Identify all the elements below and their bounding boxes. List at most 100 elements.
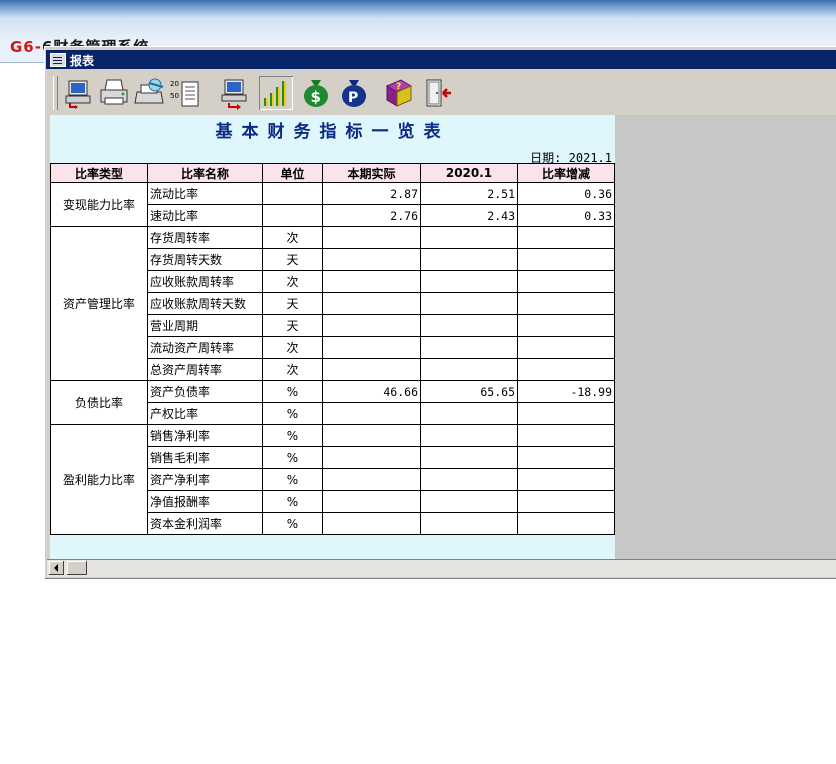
ratio-name-cell: 存货周转天数: [147, 248, 263, 271]
ratio-name-cell: 产权比率: [147, 402, 263, 425]
ratio-name-cell: 营业周期: [147, 314, 263, 337]
change-value-cell: -18.99: [517, 380, 615, 403]
prior-value-cell: [420, 402, 518, 425]
change-value-cell: [517, 270, 615, 293]
table-row: 盈利能力比率 销售净利率%: [50, 424, 615, 535]
unit-cell: [262, 182, 323, 205]
prior-value-cell: [420, 314, 518, 337]
page-setup-icon[interactable]: 20 50: [169, 76, 203, 110]
indicator-table: 比率类型 比率名称 单位 本期实际 2020.1 比率增减 变现能力比率 流动比率…: [50, 163, 615, 535]
change-value-cell: 0.33: [517, 204, 615, 227]
ratio-name-cell: 总资产周转率: [147, 358, 263, 381]
column-header: 比率增减: [517, 163, 615, 183]
actual-value-cell: [322, 314, 421, 337]
change-value-cell: [517, 446, 615, 469]
unit-cell: %: [262, 446, 323, 469]
ratio-name-cell: 销售毛利率: [147, 446, 263, 469]
table-row: 资产管理比率 存货周转率次: [50, 226, 615, 381]
actual-value-cell: [322, 490, 421, 513]
scroll-left-button[interactable]: [49, 561, 64, 575]
window-title: 报表: [70, 54, 95, 68]
ratio-name-cell: 资产净利率: [147, 468, 263, 491]
ratio-name-cell: 应收账款周转率: [147, 270, 263, 293]
actual-value-cell: [322, 270, 421, 293]
column-header: 比率名称: [147, 163, 263, 183]
actual-value-cell: [322, 358, 421, 381]
ratio-name-cell: 净值报酬率: [147, 490, 263, 513]
report-title: 基本财务指标一览表: [215, 122, 450, 142]
unit-cell: 次: [262, 270, 323, 293]
unit-cell: %: [262, 468, 323, 491]
actual-value-cell: 46.66: [322, 380, 421, 403]
actual-value-cell: [322, 446, 421, 469]
unit-cell: 天: [262, 292, 323, 315]
column-header: 本期实际: [322, 163, 421, 183]
print-setup-icon[interactable]: [133, 76, 167, 110]
scroll-thumb[interactable]: [67, 561, 87, 575]
toolbar: 20 50 $ P ?: [47, 72, 836, 114]
change-value-cell: [517, 512, 615, 535]
unit-cell: [262, 204, 323, 227]
table-body: 变现能力比率 流动比率 2.87 2.51 0.36 速动比率 2.76 2.43 0.33 资产…: [50, 182, 615, 535]
actual-value-cell: [322, 512, 421, 535]
change-value-cell: [517, 468, 615, 491]
unit-cell: %: [262, 380, 323, 403]
prior-value-cell: [420, 248, 518, 271]
unit-cell: 天: [262, 314, 323, 337]
change-value-cell: [517, 314, 615, 337]
bar-chart-icon[interactable]: [259, 76, 293, 110]
table-row: 变现能力比率 流动比率 2.87 2.51 0.36: [50, 182, 615, 227]
actual-value-cell: [322, 248, 421, 271]
prior-value-cell: [420, 336, 518, 359]
unit-cell: 次: [262, 336, 323, 359]
prior-value-cell: [420, 424, 518, 447]
ratio-type-cell: 负债比率: [50, 380, 148, 425]
money-bag-p-icon[interactable]: P: [337, 76, 371, 110]
report-panel: 基本财务指标一览表 日期: 2021.1 比率类型 比率名称 单位 本期实际 2…: [50, 115, 615, 559]
column-header: 比率类型: [50, 163, 148, 183]
prior-value-cell: [420, 292, 518, 315]
ratio-name-cell: 流动资产周转率: [147, 336, 263, 359]
ratio-type-cell: 盈利能力比率: [50, 424, 148, 535]
ratio-name-cell: 流动比率: [147, 182, 263, 205]
print-icon[interactable]: [97, 76, 131, 110]
actual-value-cell: 2.76: [322, 204, 421, 227]
money-bag-dollar-icon[interactable]: $: [299, 76, 333, 110]
table-row: 负债比率 资产负债率% 46.66 65.65 -18.99: [50, 380, 615, 425]
prior-value-cell: [420, 490, 518, 513]
arrow-left-icon: [54, 564, 58, 572]
unit-cell: 天: [262, 248, 323, 271]
horizontal-scrollbar[interactable]: [47, 559, 836, 577]
exit-door-icon[interactable]: [421, 76, 455, 110]
prior-value-cell: [420, 226, 518, 249]
ratio-type-cell: 变现能力比率: [50, 182, 148, 227]
window-menu-icon[interactable]: [50, 53, 66, 67]
prior-value-cell: [420, 446, 518, 469]
prior-value-cell: 2.51: [420, 182, 518, 205]
window-titlebar[interactable]: 报表: [46, 50, 836, 69]
toolbar-grip[interactable]: [53, 76, 58, 110]
actual-value-cell: [322, 468, 421, 491]
empty-grey-area: [615, 115, 836, 559]
prior-value-cell: 65.65: [420, 380, 518, 403]
actual-value-cell: 2.87: [322, 182, 421, 205]
unit-cell: %: [262, 512, 323, 535]
app-title-prefix: G6-: [10, 38, 42, 56]
prior-value-cell: [420, 512, 518, 535]
change-value-cell: [517, 402, 615, 425]
unit-cell: 次: [262, 358, 323, 381]
print-preview-icon[interactable]: [61, 76, 95, 110]
help-book-icon[interactable]: ?: [381, 76, 415, 110]
change-value-cell: [517, 490, 615, 513]
prior-value-cell: 2.43: [420, 204, 518, 227]
export-icon[interactable]: [217, 76, 251, 110]
prior-value-cell: [420, 358, 518, 381]
actual-value-cell: [322, 424, 421, 447]
unit-cell: %: [262, 402, 323, 425]
ratio-name-cell: 应收账款周转天数: [147, 292, 263, 315]
report-window: 报表 20 50 $ P ? 基本财务指标一览表 日期: 2021.1 比率类型…: [44, 46, 836, 579]
actual-value-cell: [322, 402, 421, 425]
change-value-cell: [517, 226, 615, 249]
svg-text:?: ?: [396, 82, 401, 92]
table-header-row: 比率类型 比率名称 单位 本期实际 2020.1 比率增减: [50, 163, 615, 183]
